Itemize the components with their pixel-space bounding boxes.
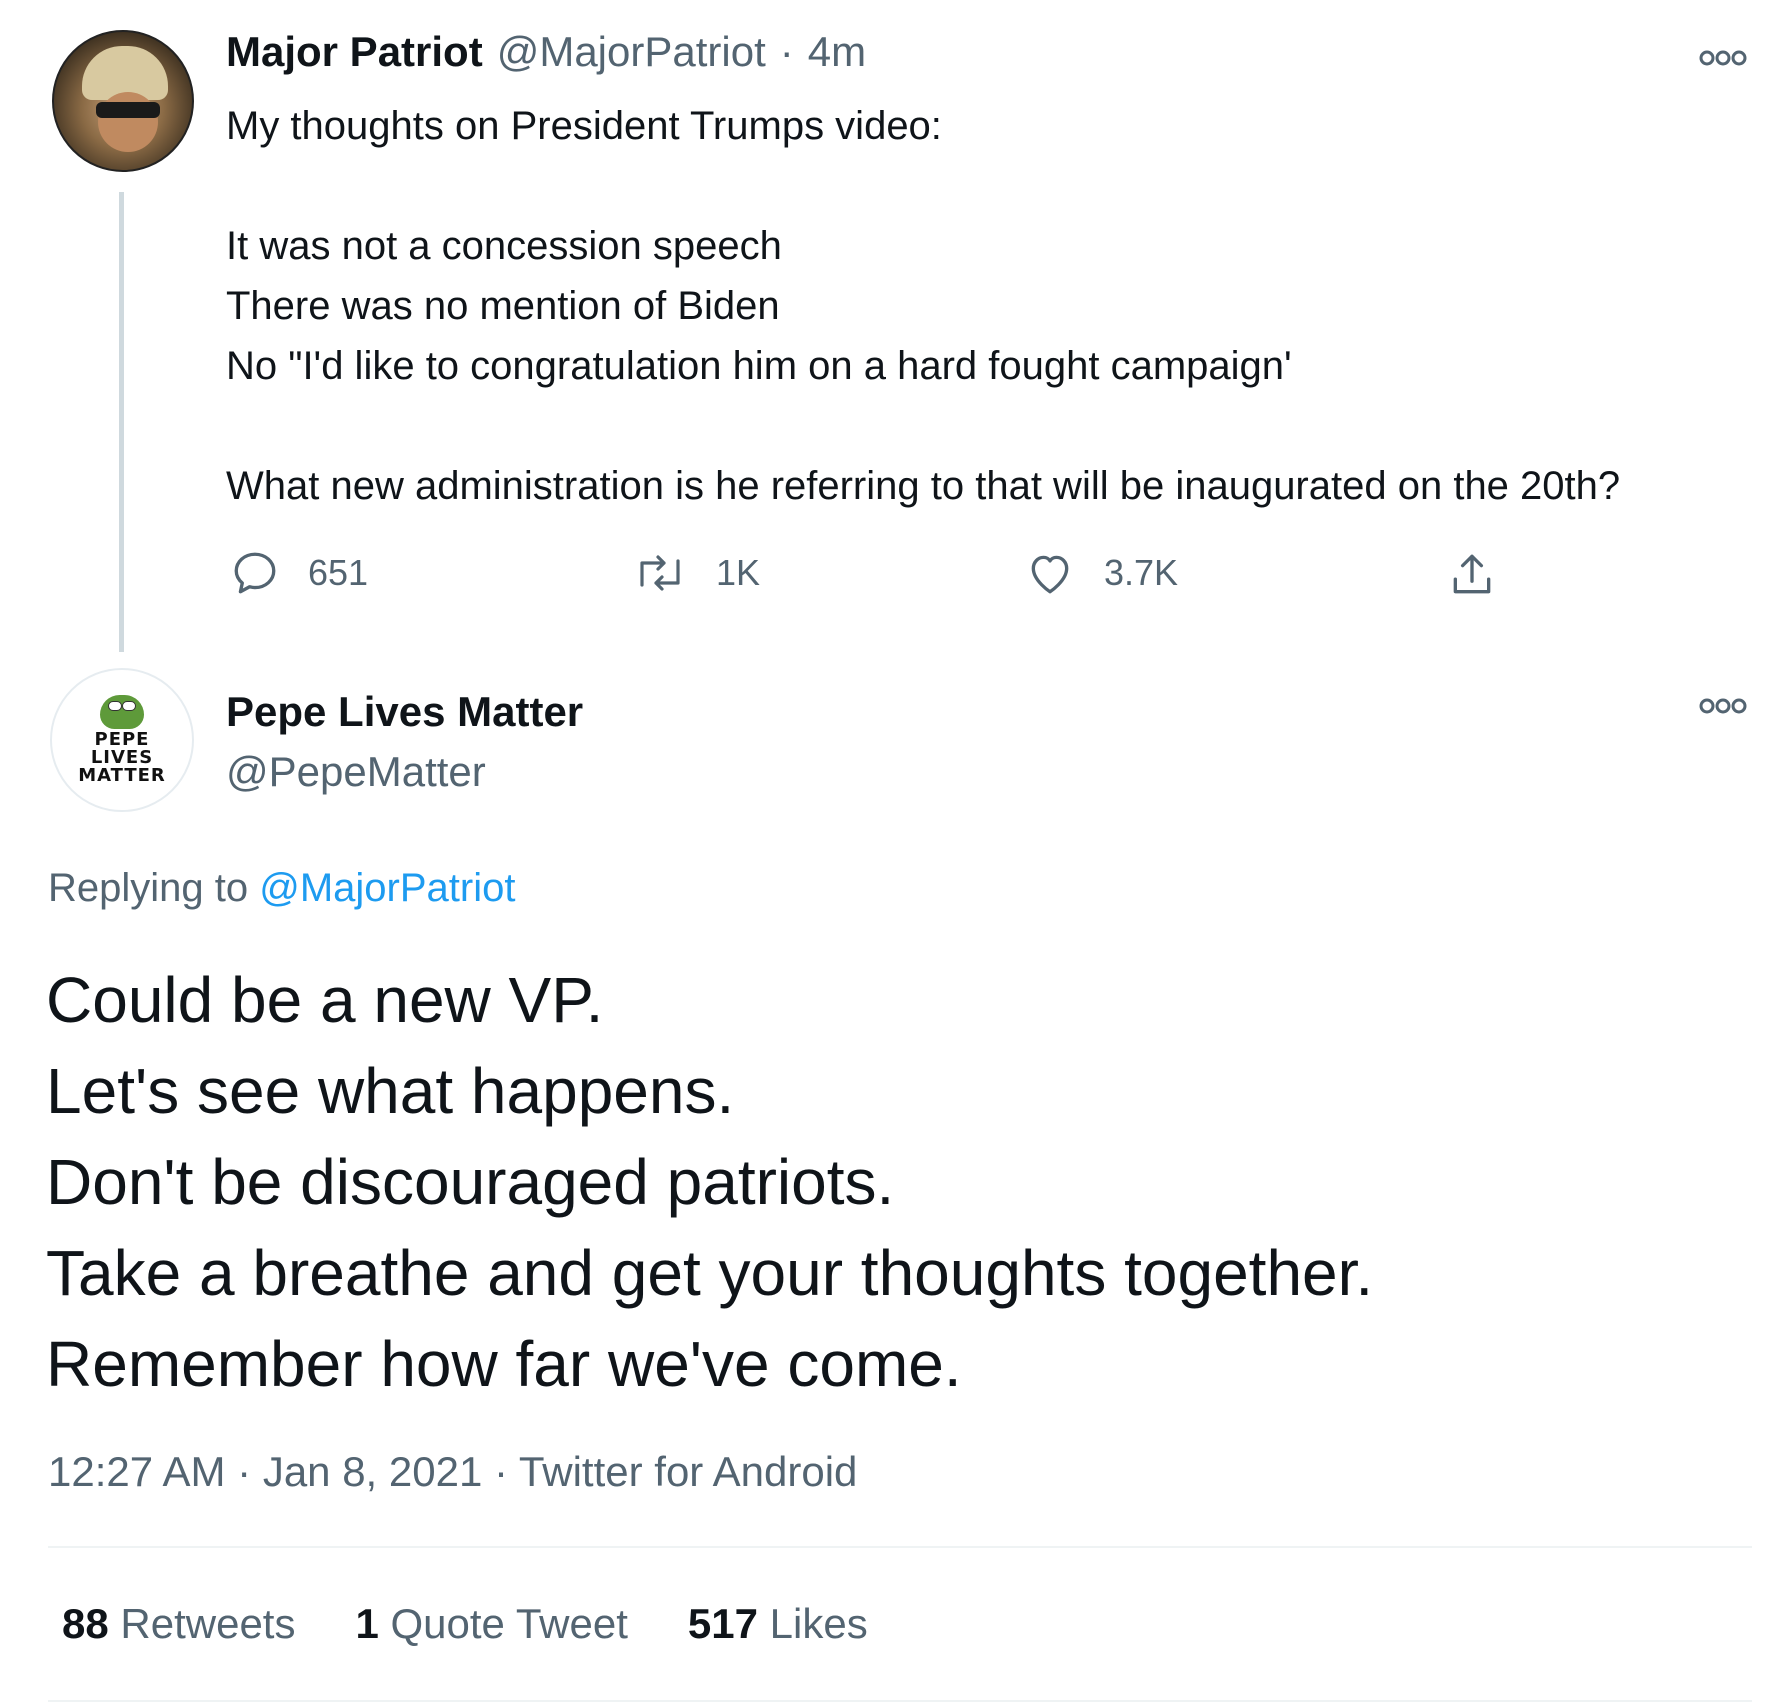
user-handle[interactable]: @MajorPatriot: [497, 28, 766, 76]
tweet-time[interactable]: 12:27 AM: [48, 1448, 225, 1495]
display-name[interactable]: Major Patriot: [226, 28, 483, 76]
avatar-major-patriot[interactable]: [52, 30, 194, 172]
replying-to-label: Replying to: [48, 866, 249, 910]
original-tweet-text: My thoughts on President Trumps video: I…: [226, 104, 1621, 508]
quotes-count: 1: [355, 1600, 379, 1647]
retweet-action[interactable]: 1K: [632, 548, 760, 598]
tweet-meta: 12:27 AM · Jan 8, 2021 · Twitter for And…: [48, 1448, 857, 1496]
avatar-pepe-lives-matter[interactable]: PEPE LIVES MATTER: [50, 668, 194, 812]
retweet-count: 1K: [716, 552, 761, 593]
reply-display-name[interactable]: Pepe Lives Matter: [226, 688, 583, 736]
replying-to-mention[interactable]: @MajorPatriot: [259, 866, 515, 910]
likes-count: 517: [687, 1600, 758, 1647]
avatar-sunglasses-shape: [96, 102, 160, 118]
like-count: 3.7K: [1104, 552, 1179, 593]
reply-icon: [234, 552, 276, 594]
original-tweet-header: Major Patriot @MajorPatriot · 4m: [226, 28, 866, 76]
header-separator: ·: [779, 28, 794, 75]
likes-label: Likes: [769, 1600, 868, 1647]
more-icon[interactable]: [1698, 48, 1748, 68]
thread-connector-line: [119, 192, 124, 652]
retweets-stat[interactable]: 88 Retweets: [62, 1600, 295, 1648]
divider: [48, 1546, 1752, 1548]
tweet-timestamp[interactable]: 4m: [808, 28, 866, 76]
divider: [48, 1700, 1752, 1702]
retweets-count: 88: [62, 1600, 109, 1647]
retweet-icon: [640, 555, 680, 591]
avatar-face-shape: [98, 92, 158, 152]
tweet-date[interactable]: Jan 8, 2021: [263, 1448, 483, 1495]
reply-user-handle[interactable]: @PepeMatter: [226, 748, 486, 796]
like-action[interactable]: 3.7K: [1024, 548, 1178, 598]
likes-stat[interactable]: 517 Likes: [688, 1600, 868, 1648]
meta-separator: ·: [237, 1448, 252, 1495]
reply-action[interactable]: 651: [230, 548, 368, 598]
like-icon: [1031, 555, 1069, 594]
quotes-label: Quote Tweet: [390, 1600, 628, 1647]
more-icon[interactable]: [1698, 696, 1748, 716]
replying-to-line: Replying to @MajorPatriot: [48, 866, 515, 911]
quotes-stat[interactable]: 1 Quote Tweet: [355, 1600, 627, 1648]
reply-count: 651: [308, 552, 369, 593]
avatar-text-line: MATTER: [78, 765, 166, 786]
engagement-stats: 88 Retweets 1 Quote Tweet 517 Likes: [62, 1600, 868, 1648]
pepe-frog-face: [100, 695, 144, 729]
reply-tweet-text: Could be a new VP. Let's see what happen…: [46, 964, 1374, 1400]
share-icon[interactable]: [1446, 550, 1498, 600]
tweet-source[interactable]: Twitter for Android: [519, 1448, 857, 1495]
retweets-label: Retweets: [120, 1600, 296, 1647]
meta-separator: ·: [494, 1448, 508, 1495]
